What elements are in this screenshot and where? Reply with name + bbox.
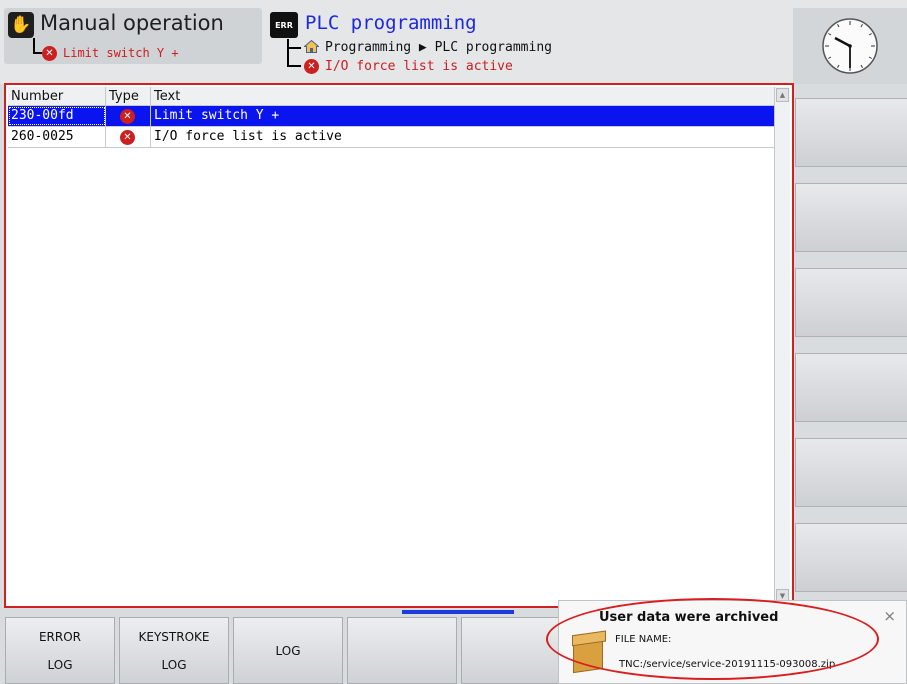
error-icon: ✕	[304, 59, 319, 74]
scroll-up-icon[interactable]: ▲	[776, 88, 789, 102]
error-list-panel: Number Type Text 230-00fd ✕ Limit switch…	[4, 83, 794, 608]
notification-title: User data were archived	[599, 610, 779, 625]
operating-mode-panel[interactable]: ✋ Manual operation ✕ Limit switch Y +	[4, 8, 262, 64]
error-icon: ✕	[42, 46, 57, 61]
column-header-number[interactable]: Number	[8, 87, 106, 105]
tree-connector	[287, 39, 301, 49]
side-softkey-2[interactable]	[795, 183, 907, 252]
column-header-type[interactable]: Type	[106, 87, 151, 105]
clock-panel	[793, 8, 907, 84]
side-softkey-5[interactable]	[795, 438, 907, 507]
archive-notification[interactable]: User data were archived FILE NAME: TNC:/…	[558, 600, 907, 684]
softkey-label: KEYSTROKE	[138, 629, 210, 644]
table-row[interactable]: 230-00fd ✕ Limit switch Y +	[8, 106, 776, 127]
side-softkey-3[interactable]	[795, 268, 907, 337]
error-icon: ✕	[120, 109, 135, 124]
table-row[interactable]: 260-0025 ✕ I/O force list is active	[8, 127, 776, 148]
softkey-label: LOG	[275, 643, 301, 658]
program-error-message[interactable]: I/O force list is active	[325, 59, 513, 74]
archive-box-icon	[573, 638, 603, 674]
breadcrumb: Programming ▶ PLC programming	[325, 40, 552, 55]
error-icon: ✕	[120, 130, 135, 145]
err-badge-icon: ERR	[270, 12, 298, 38]
softkey-label: LOG	[161, 657, 187, 672]
tree-connector	[287, 49, 301, 67]
empty-softkey[interactable]	[461, 617, 571, 684]
clock-icon	[822, 18, 878, 74]
program-mode-title[interactable]: PLC programming	[305, 12, 477, 34]
error-text: Limit switch Y +	[151, 106, 776, 126]
error-number: 260-0025	[8, 127, 106, 147]
empty-softkey[interactable]	[347, 617, 457, 684]
status-header: ✋ Manual operation ✕ Limit switch Y + ER…	[0, 0, 907, 84]
error-type-cell: ✕	[106, 106, 151, 126]
column-header-text[interactable]: Text	[151, 87, 776, 105]
error-type-cell: ✕	[106, 127, 151, 147]
table-header: Number Type Text	[8, 87, 776, 106]
mode-error-message[interactable]: Limit switch Y +	[63, 46, 179, 60]
softkey-label: ERROR	[38, 629, 82, 644]
notification-filename: TNC:/service/service-20191115-093008.zip	[619, 659, 836, 670]
hand-icon: ✋	[8, 12, 34, 38]
notification-label: FILE NAME:	[615, 634, 672, 645]
side-softkey-6[interactable]	[795, 523, 907, 592]
error-text: I/O force list is active	[151, 127, 776, 147]
vertical-scrollbar[interactable]: ▲ ▼	[774, 87, 790, 604]
error-table: Number Type Text 230-00fd ✕ Limit switch…	[8, 87, 776, 148]
side-softkey-1[interactable]	[795, 98, 907, 167]
operating-mode-title: Manual operation	[40, 11, 224, 35]
close-icon[interactable]: ×	[883, 607, 896, 625]
softkey-page-indicator	[402, 610, 514, 614]
keystroke-log-softkey[interactable]: KEYSTROKE LOG	[119, 617, 229, 684]
softkey-label: LOG	[47, 657, 73, 672]
log-softkey[interactable]: LOG	[233, 617, 343, 684]
error-log-softkey[interactable]: ERROR LOG	[5, 617, 115, 684]
side-softkey-4[interactable]	[795, 353, 907, 422]
error-number: 230-00fd	[8, 106, 106, 126]
home-icon	[304, 40, 319, 53]
